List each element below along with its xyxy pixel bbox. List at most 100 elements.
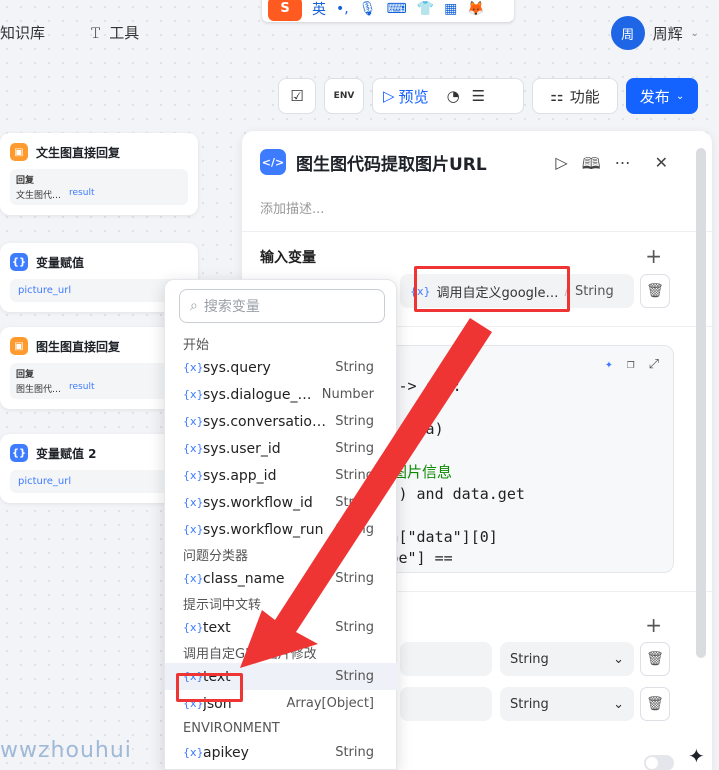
variable-type: String — [335, 745, 374, 760]
toggle-switch[interactable] — [644, 755, 674, 770]
book-icon[interactable]: 🕮 — [582, 153, 601, 180]
features-button[interactable]: ⚏ 功能 — [532, 78, 618, 114]
output-type-select-2[interactable]: String ⌄ — [500, 687, 634, 721]
variable-type: String — [335, 414, 374, 429]
panel-scrollbar[interactable] — [696, 148, 706, 658]
variable-option[interactable]: {x} sys.workflow_id String — [165, 489, 398, 516]
variable-name: sys.dialogue_c… — [203, 386, 316, 403]
variable-icon: {x} — [183, 361, 204, 374]
variable-option[interactable]: {x} text String — [165, 614, 398, 641]
env-button[interactable]: ENV — [324, 78, 364, 114]
variable-type: String — [335, 360, 374, 375]
delete-input-button[interactable]: 🗑 — [640, 274, 670, 308]
user-menu[interactable]: 周 周辉 ⌄ — [610, 16, 699, 50]
copy-icon[interactable]: ❐ — [627, 354, 635, 376]
code-icon: </> — [260, 149, 286, 175]
checklist-icon: ☑ — [290, 87, 304, 105]
divider — [242, 231, 712, 232]
variable-name: text — [203, 619, 231, 636]
variable-name: sys.conversation_id — [203, 413, 330, 430]
variable-group-title: 提示词中文转 — [183, 597, 262, 613]
variable-option[interactable]: {x} sys.conversation_id String — [165, 408, 398, 435]
variable-type: String — [335, 669, 374, 684]
variable-name: sys.user_id — [203, 440, 281, 457]
microphone-icon[interactable]: 🎙 — [359, 1, 377, 17]
keyboard-icon[interactable]: ⌨ — [387, 1, 407, 17]
variable-option[interactable]: {x} sys.user_id String — [165, 435, 398, 462]
variable-option[interactable]: {x} sys.query String — [165, 354, 398, 381]
play-icon[interactable]: ▷ — [383, 87, 395, 105]
mascot-icon[interactable]: 🦊 — [467, 1, 484, 17]
node-variable: picture_url — [10, 279, 188, 302]
chevron-down-icon: ⌄ — [675, 90, 685, 102]
variable-option[interactable]: {x} sys.workflow_run String — [165, 516, 398, 543]
variable-type: String — [335, 522, 374, 537]
variable-type: String — [335, 620, 374, 635]
ime-toolbar[interactable]: S 英 •, 🎙 ⌨ 👕 ▦ 🦊 — [262, 0, 514, 22]
variable-option[interactable]: {x} apikey String — [165, 739, 398, 766]
trash-icon: 🗑 — [646, 696, 664, 712]
variable-option[interactable]: {x} sys.app_id String — [165, 462, 398, 489]
variable-name: class_name — [203, 570, 285, 587]
issue-check-button[interactable]: ☑ — [278, 78, 316, 114]
history-icon[interactable]: ◔ — [447, 87, 460, 105]
variable-option[interactable]: {x} class_name String — [165, 565, 398, 592]
output-name-1[interactable] — [400, 642, 492, 676]
input-section-title: 输入变量 — [260, 250, 316, 266]
variable-name: sys.app_id — [203, 467, 277, 484]
search-input[interactable]: ⌕ 搜索变量 — [179, 289, 385, 323]
description-input[interactable]: 添加描述... — [260, 198, 324, 217]
sogou-logo-icon: S — [268, 0, 302, 21]
variable-group-title: 开始 — [183, 337, 210, 353]
node-variable: picture_url — [10, 470, 188, 493]
nav-knowledge[interactable]: 知识库 — [0, 22, 45, 43]
variable-group-title: 问题分类器 — [183, 548, 249, 564]
node-reply-body: 回复 图生图代… result — [10, 363, 188, 399]
preview-button[interactable]: 预览 — [399, 86, 429, 107]
variable-icon: {x} — [183, 496, 204, 509]
output-name-2[interactable] — [400, 687, 492, 721]
variable-icon: {x} — [183, 746, 204, 759]
trash-icon: 🗑 — [646, 283, 664, 299]
add-input-icon[interactable]: + — [645, 244, 662, 268]
skin-icon[interactable]: 👕 — [417, 1, 434, 17]
expand-icon[interactable]: ⤢ — [649, 354, 659, 376]
variable-type: String — [335, 495, 374, 510]
punctuation-icon[interactable]: •, — [336, 1, 349, 17]
variable-type: Array[Object] — [286, 696, 375, 711]
panel-title[interactable]: 图生图代码提取图片URL — [296, 150, 487, 175]
close-icon[interactable]: ✕ — [655, 153, 668, 180]
add-output-icon[interactable]: + — [645, 613, 662, 637]
features-icon: ⚏ — [550, 87, 564, 105]
more-icon[interactable]: ⋯ — [615, 153, 631, 180]
reply-icon: ▣ — [10, 143, 28, 161]
apps-icon[interactable]: ▦ — [444, 1, 457, 17]
variable-icon: {x} — [183, 415, 204, 428]
reply-icon: ▣ — [10, 337, 28, 355]
workflow-node-text2img-reply[interactable]: ▣ 文生图直接回复 回复 文生图代… result — [0, 133, 198, 215]
variable-icon: {} — [10, 253, 28, 271]
wrench-icon: 𝚃 — [90, 22, 102, 42]
ai-sparkle-icon[interactable]: ✦ — [605, 354, 613, 376]
output-type-select-1[interactable]: String ⌄ — [500, 642, 634, 676]
list-icon[interactable]: ☰ — [472, 87, 485, 105]
chevron-down-icon: ⌄ — [613, 651, 624, 667]
variable-group-title: 调用自定GLE 图片修改 — [183, 646, 317, 662]
watermark: wwzhouhui — [0, 738, 132, 763]
preview-group: ▷ 预览 ◔ ☰ — [372, 78, 524, 114]
run-icon[interactable]: ▷ — [555, 153, 567, 180]
variable-option[interactable]: {x} sys.dialogue_c… Number — [165, 381, 398, 408]
delete-output-button[interactable]: 🗑 — [640, 687, 670, 721]
top-navigation: 知识库 𝚃 工具 S 英 •, 🎙 ⌨ 👕 ▦ 🦊 周 周辉 ⌄ — [0, 0, 719, 62]
sparkle-icon[interactable]: ✦ — [688, 744, 705, 768]
variable-type: Number — [321, 387, 374, 402]
nav-tools[interactable]: 𝚃 工具 — [90, 22, 139, 43]
search-icon: ⌕ — [190, 298, 198, 314]
ime-mode[interactable]: 英 — [312, 0, 326, 19]
variable-name: apikey — [203, 744, 249, 761]
variable-name: sys.workflow_id — [203, 494, 313, 511]
delete-output-button[interactable]: 🗑 — [640, 642, 670, 676]
publish-button[interactable]: 发布 ⌄ — [626, 78, 698, 114]
avatar: 周 — [610, 16, 645, 50]
variable-icon: {x} — [183, 442, 204, 455]
